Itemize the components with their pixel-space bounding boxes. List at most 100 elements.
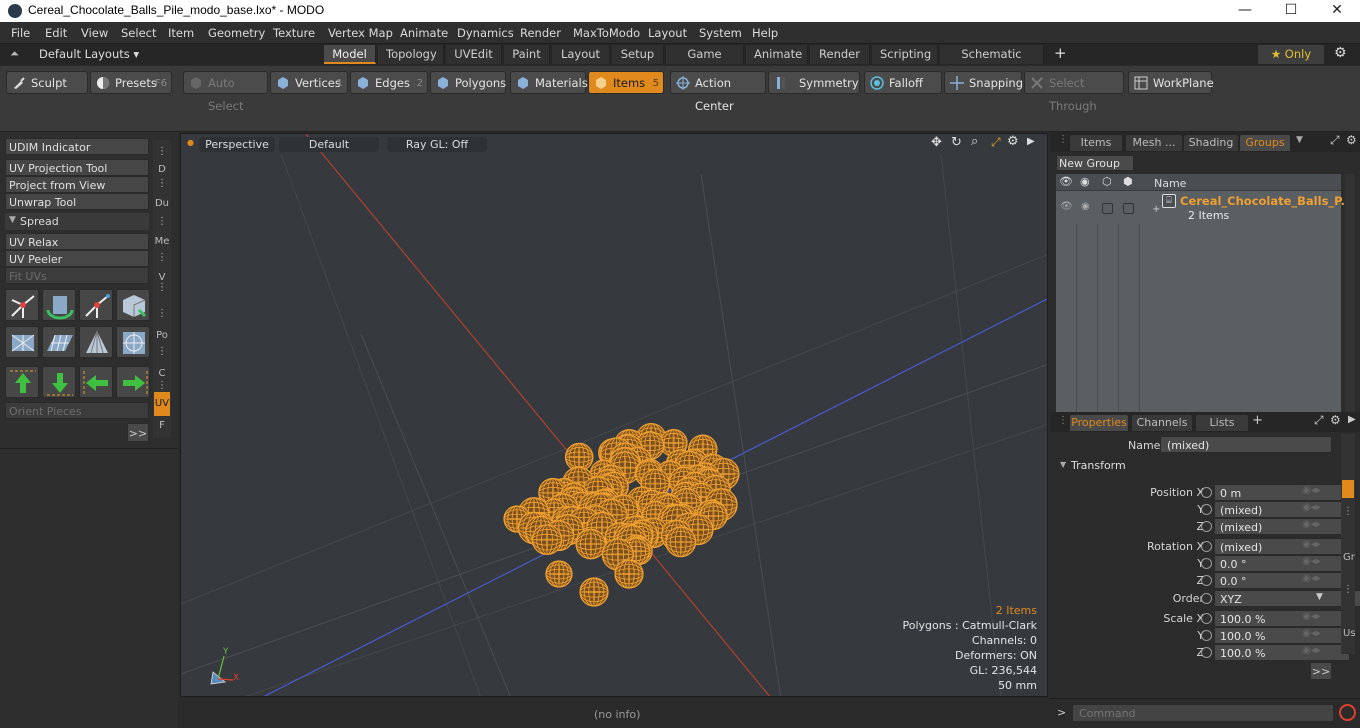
viewport-menu-dot[interactable]: ● bbox=[187, 138, 194, 147]
cereal-ball[interactable] bbox=[531, 524, 563, 555]
tab-paint[interactable]: Paint bbox=[504, 45, 550, 64]
keyframe-dot-icon[interactable] bbox=[1201, 575, 1212, 586]
expand-panel-icon[interactable]: ⤢ bbox=[1330, 133, 1340, 148]
side-tab-gr[interactable]: Gr bbox=[1343, 552, 1355, 563]
vtab-po[interactable]: Po bbox=[153, 330, 171, 341]
tab-setup[interactable]: Setup bbox=[612, 45, 664, 64]
udim-indicator-button[interactable]: UDIM Indicator bbox=[5, 138, 149, 155]
uv-transform-icon[interactable] bbox=[5, 289, 39, 321]
tab-groups[interactable]: Groups bbox=[1240, 135, 1290, 151]
menu-layout[interactable]: Layout bbox=[648, 26, 687, 40]
render-icon[interactable]: ◉ bbox=[1080, 175, 1090, 188]
arrow-left-icon[interactable] bbox=[79, 366, 113, 398]
panel-gear-icon[interactable]: ⚙ bbox=[1330, 413, 1341, 427]
vertices-button[interactable]: Vertices 1 bbox=[270, 71, 348, 94]
animate-toggle-icon[interactable]: ◉◂▸ bbox=[1302, 519, 1321, 530]
vtab-d[interactable]: D bbox=[153, 164, 171, 175]
auto-select-button[interactable]: Auto Select bbox=[183, 71, 268, 113]
layout-collapse-icon[interactable]: ⏶ bbox=[10, 47, 19, 61]
name-field[interactable]: (mixed) bbox=[1160, 436, 1332, 453]
gear-icon[interactable]: ⚙ bbox=[1334, 45, 1347, 61]
vtab-f[interactable]: F bbox=[153, 420, 171, 431]
uv-pyramid-map-icon[interactable] bbox=[79, 326, 113, 358]
vtab-c[interactable]: C bbox=[153, 368, 171, 379]
tab-mesh[interactable]: Mesh ... bbox=[1126, 135, 1182, 151]
keyframe-dot-icon[interactable] bbox=[1201, 593, 1212, 604]
shading-default-dropdown[interactable]: Default bbox=[279, 137, 379, 152]
cereal-balls-mesh[interactable] bbox=[503, 422, 740, 607]
animate-toggle-icon[interactable]: ◉◂▸ bbox=[1302, 611, 1321, 622]
menu-render[interactable]: Render bbox=[520, 26, 561, 40]
property-field[interactable]: (mixed) bbox=[1214, 518, 1350, 535]
expand-more-button[interactable]: >> bbox=[127, 423, 149, 442]
menu-maxtomodo[interactable]: MaxToModo bbox=[573, 26, 640, 40]
maximize-viewport-icon[interactable]: ⤢ bbox=[991, 135, 1001, 150]
uv-move-icon[interactable] bbox=[79, 289, 113, 321]
orient-pieces-button[interactable]: Orient Pieces bbox=[5, 402, 149, 419]
property-field[interactable]: (mixed) bbox=[1214, 501, 1350, 518]
play-arrow-icon[interactable]: ▶ bbox=[1027, 136, 1035, 147]
menu-system[interactable]: System bbox=[699, 26, 742, 40]
symmetry-button[interactable]: Symmetry bbox=[768, 71, 860, 94]
tab-shading[interactable]: Shading bbox=[1184, 135, 1238, 151]
action-center-button[interactable]: Action Center bbox=[670, 71, 766, 113]
3d-viewport[interactable]: Y X ● Perspective Default Ray GL: Off ✥ … bbox=[180, 133, 1048, 697]
select-icon[interactable]: ⬢ bbox=[1123, 175, 1133, 188]
tab-lists[interactable]: Lists bbox=[1196, 415, 1248, 431]
render-icon[interactable]: ◉ bbox=[1081, 201, 1090, 212]
menu-edit[interactable]: Edit bbox=[45, 26, 67, 40]
default-layouts-dropdown[interactable]: Default Layouts ▾ bbox=[39, 47, 139, 61]
tab-schematic-fusion[interactable]: Schematic Fusion bbox=[940, 45, 1044, 80]
properties-more-button[interactable]: >> bbox=[1310, 662, 1332, 680]
property-field[interactable]: XYZ bbox=[1214, 590, 1360, 607]
menu-texture[interactable]: Texture bbox=[273, 26, 315, 40]
tab-uvedit[interactable]: UVEdit bbox=[446, 45, 502, 64]
property-field[interactable]: 0.0 ° bbox=[1214, 572, 1350, 589]
property-field[interactable]: 100.0 % bbox=[1214, 610, 1350, 627]
properties-side-tab-active[interactable] bbox=[1342, 480, 1354, 498]
property-field[interactable]: 100.0 % bbox=[1214, 644, 1350, 661]
keyframe-dot-icon[interactable] bbox=[1201, 487, 1212, 498]
keyframe-dot-icon[interactable] bbox=[1201, 630, 1212, 641]
uv-box-icon[interactable] bbox=[116, 289, 150, 321]
tab-render[interactable]: Render bbox=[810, 45, 870, 64]
menu-item[interactable]: Item bbox=[168, 26, 194, 40]
keyframe-dot-icon[interactable] bbox=[1201, 613, 1212, 624]
property-field[interactable]: 0 m bbox=[1214, 484, 1350, 501]
menu-vertex-map[interactable]: Vertex Map bbox=[328, 26, 393, 40]
add-tab-button[interactable]: + bbox=[1054, 44, 1067, 62]
lock-icon[interactable]: ⬡ bbox=[1102, 175, 1112, 188]
cereal-ball[interactable] bbox=[575, 528, 607, 560]
maximize-button[interactable]: ☐ bbox=[1268, 0, 1314, 22]
menu-help[interactable]: Help bbox=[752, 26, 778, 40]
zoom-icon[interactable]: ⌕ bbox=[971, 134, 978, 149]
animate-toggle-icon[interactable]: ◉◂▸ bbox=[1302, 645, 1321, 656]
presets-button[interactable]: Presets F6 bbox=[90, 71, 172, 94]
add-tab-button[interactable]: + bbox=[1252, 413, 1263, 428]
materials-button[interactable]: Materials bbox=[510, 71, 588, 94]
menu-animate[interactable]: Animate bbox=[400, 26, 448, 40]
tab-animate[interactable]: Animate bbox=[746, 45, 808, 64]
uv-planar-map-icon[interactable] bbox=[42, 326, 76, 358]
uv-cylinder-map-icon[interactable] bbox=[5, 326, 39, 358]
animate-toggle-icon[interactable]: ◉◂▸ bbox=[1302, 502, 1321, 513]
only-toggle[interactable]: ★ Only bbox=[1258, 45, 1324, 64]
tab-game-tools[interactable]: Game Tools bbox=[666, 45, 744, 80]
fit-uvs-button[interactable]: Fit UVs bbox=[5, 267, 149, 284]
raygl-toggle[interactable]: Ray GL: Off bbox=[387, 137, 487, 152]
arrow-down-icon[interactable] bbox=[42, 366, 76, 398]
cereal-ball[interactable] bbox=[614, 559, 644, 589]
chevron-down-icon[interactable]: ▼ bbox=[1316, 592, 1323, 602]
menu-geometry[interactable]: Geometry bbox=[208, 26, 265, 40]
tab-dropdown-icon[interactable]: ▼ bbox=[1296, 135, 1303, 145]
uv-peeler-button[interactable]: UV Peeler bbox=[5, 250, 149, 267]
panel-gear-icon[interactable]: ⚙ bbox=[1346, 133, 1357, 147]
tab-items[interactable]: Items bbox=[1070, 135, 1122, 151]
property-field[interactable]: 0.0 ° bbox=[1214, 555, 1350, 572]
visibility-eye-icon[interactable]: 👁 bbox=[1060, 201, 1073, 212]
workplane-button[interactable]: WorkPlane bbox=[1128, 71, 1214, 94]
record-icon[interactable] bbox=[1339, 704, 1356, 721]
menu-select[interactable]: Select bbox=[121, 26, 156, 40]
perspective-dropdown[interactable]: Perspective bbox=[199, 137, 275, 152]
close-button[interactable]: ✕ bbox=[1314, 0, 1360, 22]
